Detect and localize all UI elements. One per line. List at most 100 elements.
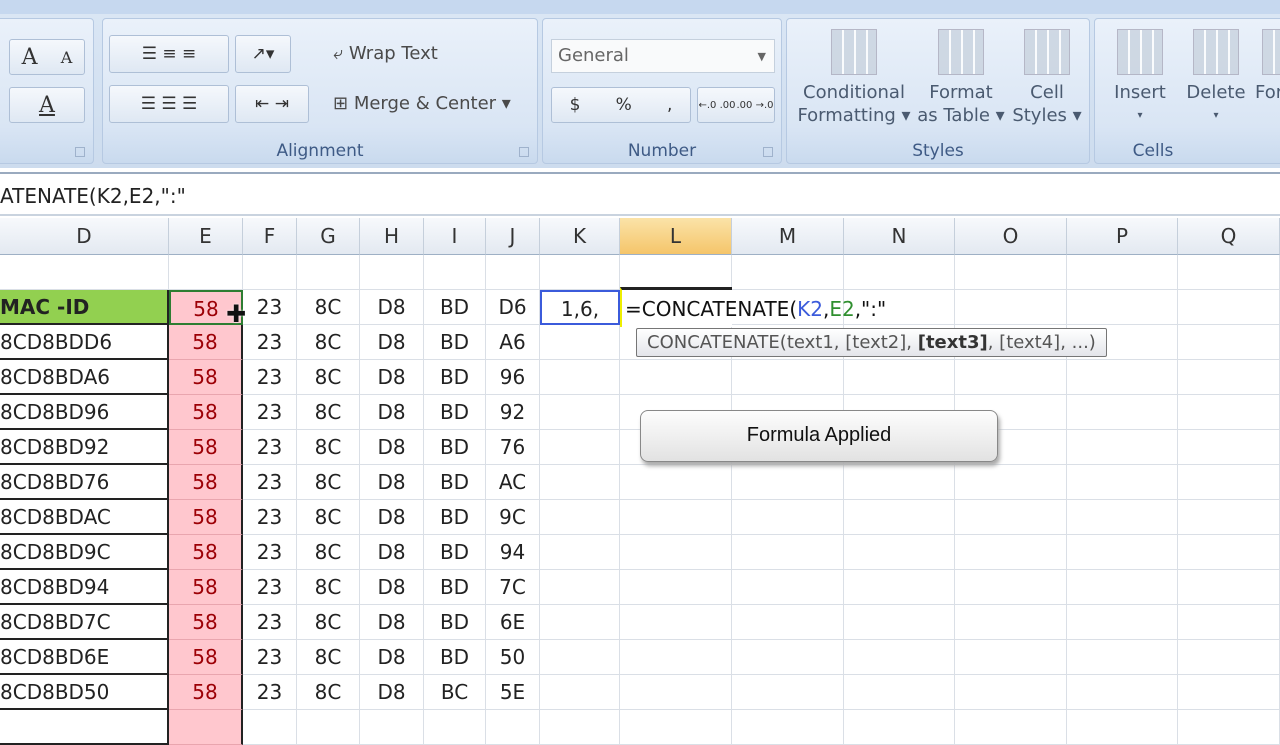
decrease-decimal-button[interactable]: .00 →.0: [736, 100, 773, 111]
column-header-m[interactable]: M: [732, 218, 844, 255]
cell-d[interactable]: [0, 710, 169, 745]
cell-n[interactable]: [844, 605, 955, 640]
cell-g[interactable]: 8C: [297, 605, 360, 640]
cell-o[interactable]: [955, 605, 1067, 640]
cell-g[interactable]: 8C: [297, 675, 360, 710]
cell-j[interactable]: [486, 710, 540, 745]
conditional-formatting-button[interactable]: Conditional Formatting ▾: [795, 29, 913, 127]
cell-d[interactable]: 8CD8BD96: [0, 395, 169, 430]
cell-p[interactable]: [1067, 255, 1178, 290]
cell-j[interactable]: [486, 255, 540, 290]
cell-p[interactable]: [1067, 570, 1178, 605]
cell-h[interactable]: D8: [360, 675, 424, 710]
comma-button[interactable]: ,: [667, 95, 672, 115]
cell-d[interactable]: 8CD8BD9C: [0, 535, 169, 570]
cell-f[interactable]: 23: [243, 605, 297, 640]
cell-f[interactable]: 23: [243, 360, 297, 395]
cell-k[interactable]: [540, 255, 620, 290]
cell-q[interactable]: [1178, 535, 1280, 570]
cell-g[interactable]: 8C: [297, 360, 360, 395]
cell-m[interactable]: [732, 535, 844, 570]
cell-m[interactable]: [732, 500, 844, 535]
column-header-d[interactable]: D: [0, 218, 169, 255]
cell-e[interactable]: 58: [169, 465, 243, 500]
merge-center-button[interactable]: ⊞ Merge & Center ▾: [333, 93, 511, 114]
cell-j[interactable]: 76: [486, 430, 540, 465]
column-header-h[interactable]: H: [360, 218, 424, 255]
cell-q[interactable]: [1178, 255, 1280, 290]
cell-h[interactable]: D8: [360, 605, 424, 640]
cell-g[interactable]: 8C: [297, 430, 360, 465]
cell-p[interactable]: [1067, 290, 1178, 325]
cell-g[interactable]: 8C: [297, 570, 360, 605]
cell-l[interactable]: [620, 570, 732, 605]
cell-i[interactable]: BD: [424, 465, 486, 500]
cell-k[interactable]: [540, 570, 620, 605]
cell-o[interactable]: [955, 465, 1067, 500]
cell-i[interactable]: BD: [424, 430, 486, 465]
cell-p[interactable]: [1067, 500, 1178, 535]
dialog-launcher-icon[interactable]: [519, 147, 529, 157]
cell-f[interactable]: 23: [243, 395, 297, 430]
grow-font-button[interactable]: A: [22, 45, 38, 70]
cell-j[interactable]: 9C: [486, 500, 540, 535]
cell-e[interactable]: [169, 710, 243, 745]
cell-n[interactable]: [844, 535, 955, 570]
cell-p[interactable]: [1067, 675, 1178, 710]
dialog-launcher-icon[interactable]: [75, 147, 85, 157]
cell-m[interactable]: [732, 605, 844, 640]
cell-m[interactable]: [732, 465, 844, 500]
cell-n[interactable]: [844, 360, 955, 395]
cell-g[interactable]: 8C: [297, 325, 360, 360]
cell-d[interactable]: 8CD8BD50: [0, 675, 169, 710]
cell-h[interactable]: D8: [360, 290, 424, 325]
cell-p[interactable]: [1067, 535, 1178, 570]
column-header-g[interactable]: G: [297, 218, 360, 255]
cell-o[interactable]: [955, 640, 1067, 675]
cell-j[interactable]: 5E: [486, 675, 540, 710]
delete-button[interactable]: Delete ▾: [1179, 29, 1253, 127]
cell-h[interactable]: D8: [360, 570, 424, 605]
cell-n[interactable]: [844, 640, 955, 675]
cell-m[interactable]: [732, 710, 844, 745]
cell-k[interactable]: [540, 675, 620, 710]
cell-i[interactable]: BD: [424, 570, 486, 605]
cell-o[interactable]: [955, 535, 1067, 570]
cell-e[interactable]: 58: [169, 500, 243, 535]
cell-l[interactable]: [620, 710, 732, 745]
cell-h[interactable]: D8: [360, 465, 424, 500]
cell-l[interactable]: [620, 465, 732, 500]
cell-m[interactable]: [732, 570, 844, 605]
cell-e[interactable]: 58: [169, 640, 243, 675]
cell-n[interactable]: [844, 675, 955, 710]
currency-button[interactable]: $: [570, 95, 581, 115]
cell-g[interactable]: 8C: [297, 640, 360, 675]
cell-m[interactable]: [732, 640, 844, 675]
cell-e[interactable]: 58: [169, 325, 243, 360]
format-button[interactable]: For: [1255, 29, 1280, 104]
cell-d[interactable]: 8CD8BDA6: [0, 360, 169, 395]
cell-f[interactable]: 23: [243, 290, 297, 325]
font-color-button[interactable]: A: [9, 87, 85, 123]
cell-q[interactable]: [1178, 710, 1280, 745]
cell-q[interactable]: [1178, 500, 1280, 535]
cell-q[interactable]: [1178, 570, 1280, 605]
cell-i[interactable]: BD: [424, 360, 486, 395]
cell-d[interactable]: 8CD8BD76: [0, 465, 169, 500]
cell-k[interactable]: [540, 325, 620, 360]
cell-g[interactable]: 8C: [297, 290, 360, 325]
cell-o[interactable]: [955, 290, 1067, 325]
cell-l[interactable]: [620, 500, 732, 535]
cell-n[interactable]: [844, 465, 955, 500]
cell-styles-button[interactable]: Cell Styles ▾: [1009, 29, 1085, 127]
insert-button[interactable]: Insert ▾: [1103, 29, 1177, 127]
dialog-launcher-icon[interactable]: [763, 147, 773, 157]
cell-n[interactable]: [844, 500, 955, 535]
cell-i[interactable]: BC: [424, 675, 486, 710]
cell-m[interactable]: [732, 255, 844, 290]
column-header-e[interactable]: E: [169, 218, 243, 255]
cell-q[interactable]: [1178, 465, 1280, 500]
cell-p[interactable]: [1067, 640, 1178, 675]
cell-h[interactable]: [360, 710, 424, 745]
cell-d[interactable]: MAC -ID: [0, 290, 169, 325]
